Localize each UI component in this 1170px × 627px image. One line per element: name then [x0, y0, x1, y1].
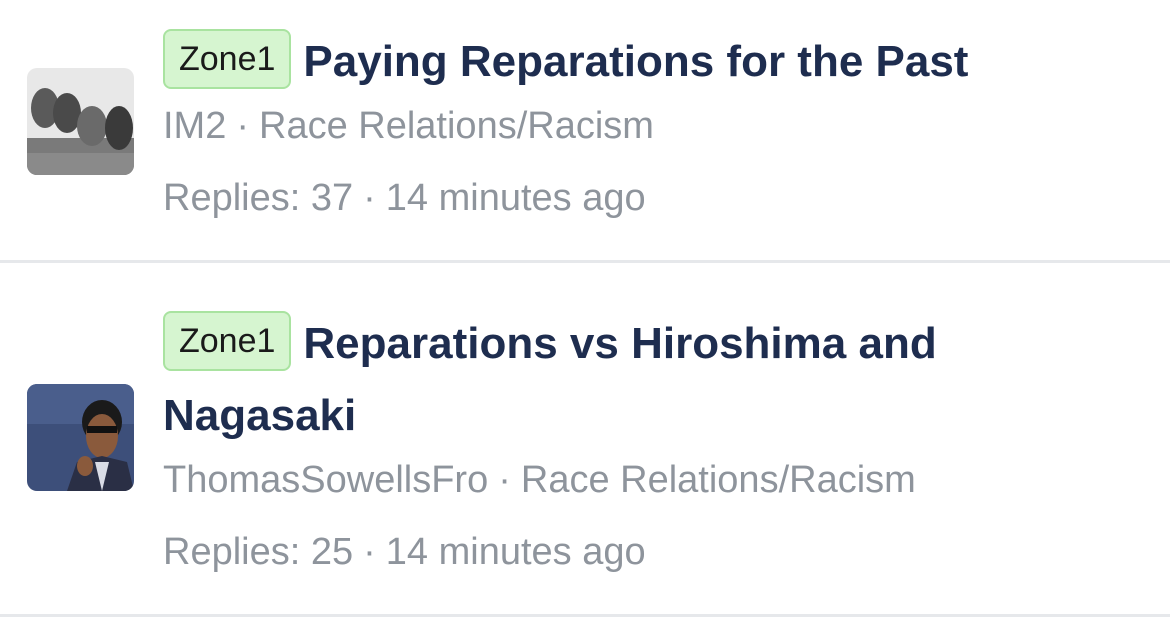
separator: ·: [363, 531, 376, 573]
separator: ·: [498, 459, 511, 501]
author-name[interactable]: IM2: [163, 105, 226, 147]
thread-list: Zone1 Paying Reparations for the Past IM2…: [0, 0, 1170, 617]
zone-badge[interactable]: Zone1: [163, 311, 292, 371]
thread-content: Zone1 Paying Reparations for the Past IM2…: [163, 26, 1130, 226]
category-name[interactable]: Race Relations/Racism: [521, 459, 916, 501]
user-avatar[interactable]: [27, 384, 134, 491]
post-time: 14 minutes ago: [385, 531, 646, 573]
thread-title-line: Zone1 Paying Reparations for the Past: [163, 26, 1130, 98]
thread-content: Zone1 Reparations vs Hiroshima and Nagasa…: [163, 308, 1130, 580]
zone-badge[interactable]: Zone1: [163, 29, 292, 89]
carved-faces-avatar-icon: [27, 68, 134, 175]
category-name[interactable]: Race Relations/Racism: [259, 105, 654, 147]
thread-title-link[interactable]: Paying Reparations for the Past: [303, 37, 968, 86]
author-name[interactable]: ThomasSowellsFro: [163, 459, 488, 501]
thread-author-line: IM2 · Race Relations/Racism: [163, 98, 1130, 154]
separator: ·: [363, 177, 376, 219]
man-portrait-avatar-icon: [27, 384, 134, 491]
post-time: 14 minutes ago: [385, 177, 646, 219]
thread-title-line: Zone1 Reparations vs Hiroshima and Nagasa…: [163, 308, 1130, 452]
thread-author-line: ThomasSowellsFro · Race Relations/Racism: [163, 452, 1130, 508]
separator: ·: [236, 105, 250, 147]
user-avatar[interactable]: [27, 68, 134, 175]
thread-stats-line: Replies: 25 · 14 minutes ago: [163, 524, 1130, 580]
reply-count: Replies: 37: [163, 177, 354, 219]
thread-stats-line: Replies: 37 · 14 minutes ago: [163, 170, 1130, 226]
thread-row[interactable]: Zone1 Reparations vs Hiroshima and Nagasa…: [0, 263, 1170, 617]
thread-row[interactable]: Zone1 Paying Reparations for the Past IM2…: [0, 0, 1170, 263]
reply-count: Replies: 25: [163, 531, 354, 573]
